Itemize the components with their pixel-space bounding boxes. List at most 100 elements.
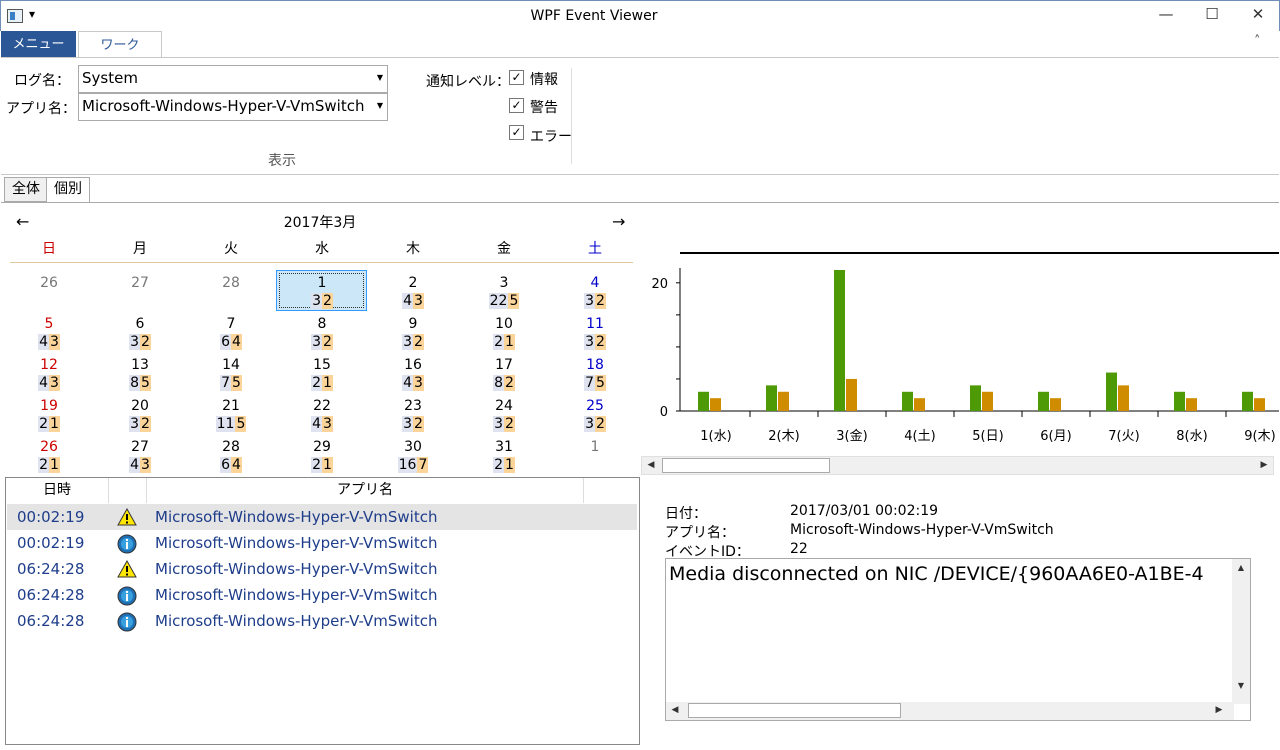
calendar-day[interactable]: 25 3 2 <box>550 397 640 437</box>
day-number: 3 <box>499 275 509 291</box>
tab-menu[interactable]: メニュー <box>1 31 76 58</box>
message-vertical-scrollbar[interactable]: ▲ ▼ <box>1232 559 1250 704</box>
calendar-day[interactable]: 29 2 1 <box>277 438 367 478</box>
warning-count: 2 <box>504 416 515 432</box>
scroll-left-icon[interactable]: ◀ <box>666 702 684 719</box>
calendar-day[interactable]: 26 2 1 <box>4 438 94 478</box>
calendar-day[interactable]: 28 6 4 <box>186 438 276 478</box>
calendar-day[interactable]: 15 2 1 <box>277 356 367 396</box>
event-row[interactable]: 06:24:28 Microsoft-Windows-Hyper-V-VmSwit… <box>7 608 637 634</box>
event-row[interactable]: 00:02:19 Microsoft-Windows-Hyper-V-VmSwit… <box>7 530 637 556</box>
calendar-day[interactable]: 19 2 1 <box>4 397 94 437</box>
scroll-up-icon[interactable]: ▲ <box>1232 559 1250 576</box>
close-button[interactable]: ✕ <box>1238 5 1278 27</box>
event-row[interactable]: 06:24:28 Microsoft-Windows-Hyper-V-VmSwit… <box>7 556 637 582</box>
minimize-button[interactable]: — <box>1146 5 1186 27</box>
calendar-day[interactable]: 23 3 2 <box>368 397 458 437</box>
info-count: 2 <box>311 375 322 391</box>
calendar-day[interactable]: 17 8 2 <box>459 356 549 396</box>
column-header-time[interactable]: 日時 <box>6 478 109 503</box>
scroll-right-icon[interactable]: ▶ <box>1255 457 1273 474</box>
calendar-day[interactable]: 13 8 5 <box>95 356 185 396</box>
tab-individual[interactable]: 個別 <box>46 177 90 203</box>
calendar-day[interactable]: 432 <box>550 274 640 314</box>
warning-checkbox[interactable]: ✓ <box>509 98 524 113</box>
calendar-day[interactable]: 18 7 5 <box>550 356 640 396</box>
tab-work[interactable]: ワーク <box>78 31 162 58</box>
error-checkbox[interactable]: ✓ <box>509 125 524 140</box>
column-header-level[interactable] <box>109 478 147 503</box>
calendar-day[interactable]: 1 <box>550 438 640 478</box>
day-number: 11 <box>586 316 604 332</box>
scroll-thumb[interactable] <box>688 703 901 718</box>
calendar-day[interactable]: 20 3 2 <box>95 397 185 437</box>
bar <box>698 391 709 411</box>
calendar-day[interactable]: 21 11 5 <box>186 397 276 437</box>
calendar-day[interactable]: 30 16 7 <box>368 438 458 478</box>
calendar-day[interactable]: 632 <box>95 315 185 355</box>
message-horizontal-scrollbar[interactable]: ◀ ▶ <box>666 702 1234 720</box>
info-count: 6 <box>220 334 231 350</box>
app-name-label: アプリ名： <box>6 101 76 117</box>
scroll-down-icon[interactable]: ▼ <box>1232 677 1250 694</box>
warning-count: 3 <box>322 416 333 432</box>
x-tick-label: 2(木) <box>768 429 799 444</box>
calendar-day[interactable]: 764 <box>186 315 276 355</box>
next-month-button[interactable]: → <box>612 212 625 231</box>
prev-month-button[interactable]: ← <box>16 212 29 231</box>
calendar-day[interactable]: 11 3 2 <box>550 315 640 355</box>
scroll-right-icon[interactable]: ▶ <box>1210 702 1228 719</box>
event-row[interactable]: 00:02:19 Microsoft-Windows-Hyper-V-VmSwit… <box>7 504 637 530</box>
calendar-day[interactable]: 543 <box>4 315 94 355</box>
info-count: 4 <box>311 416 322 432</box>
message-textbox[interactable]: Media disconnected on NIC /DEVICE/{960AA… <box>665 558 1251 721</box>
info-count: 3 <box>311 334 322 350</box>
weekday-label: 月 <box>133 241 147 257</box>
scroll-thumb[interactable] <box>662 458 830 473</box>
scroll-left-icon[interactable]: ◀ <box>642 457 660 474</box>
calendar-day[interactable]: 132 <box>277 274 367 314</box>
event-row[interactable]: 06:24:28 Microsoft-Windows-Hyper-V-VmSwit… <box>7 582 637 608</box>
warning-count: 1 <box>504 457 515 473</box>
day-counts: 32 <box>459 415 549 433</box>
calendar-day[interactable]: 27 <box>95 274 185 314</box>
event-list[interactable]: 日時 アプリ名 00:02:19 Microsoft-Windows-Hyper-… <box>5 477 640 745</box>
day-number: 19 <box>40 398 58 414</box>
calendar-day[interactable]: 10 2 1 <box>459 315 549 355</box>
day-counts: 22 5 <box>459 292 549 310</box>
info-checkbox[interactable]: ✓ <box>509 70 524 85</box>
tab-all[interactable]: 全体 <box>4 177 48 202</box>
calendar-day[interactable]: 832 <box>277 315 367 355</box>
calendar-day[interactable]: 932 <box>368 315 458 355</box>
calendar-day[interactable]: 14 7 5 <box>186 356 276 396</box>
info-count: 3 <box>584 334 595 350</box>
day-number: 8 <box>317 316 327 332</box>
calendar-day[interactable]: 31 2 1 <box>459 438 549 478</box>
calendar-day[interactable]: 26 <box>4 274 94 314</box>
maximize-button[interactable]: ☐ <box>1192 5 1232 27</box>
calendar-day[interactable]: 27 4 3 <box>95 438 185 478</box>
day-counts: 32 <box>368 415 458 433</box>
calendar-day[interactable]: 28 <box>186 274 276 314</box>
calendar-day[interactable]: 22 4 3 <box>277 397 367 437</box>
app-name-combo[interactable]: Microsoft-Windows-Hyper-V-VmSwitch ▼ <box>78 93 388 121</box>
ribbon-collapse-icon[interactable]: ˄ <box>1254 34 1261 49</box>
day-counts: 64 <box>186 333 276 351</box>
chart-scrollbar[interactable]: ◀ ▶ <box>641 456 1274 475</box>
event-count-chart: 0 20 1(水) 2(木) 3(金) 4(土) 5(日) 6(月) 7(火) 8(水) 9(木) <box>651 252 1279 444</box>
day-counts: 75 <box>550 374 640 392</box>
day-number: 15 <box>313 357 331 373</box>
calendar-day[interactable]: 3 22 5 <box>459 274 549 314</box>
column-header-app[interactable]: アプリ名 <box>147 478 584 503</box>
calendar-day[interactable]: 24 3 2 <box>459 397 549 437</box>
event-app-name: Microsoft-Windows-Hyper-V-VmSwitch <box>155 612 438 630</box>
day-number: 30 <box>404 439 422 455</box>
calendar-day[interactable]: 12 4 3 <box>4 356 94 396</box>
calendar-day[interactable]: 243 <box>368 274 458 314</box>
bar <box>1106 372 1117 411</box>
calendar-day[interactable]: 16 4 3 <box>368 356 458 396</box>
x-tick-label: 1(水) <box>700 429 731 444</box>
detail-app-label: アプリ名： <box>665 525 735 541</box>
log-name-combo[interactable]: System ▼ <box>78 65 388 93</box>
info-count: 4 <box>402 375 413 391</box>
